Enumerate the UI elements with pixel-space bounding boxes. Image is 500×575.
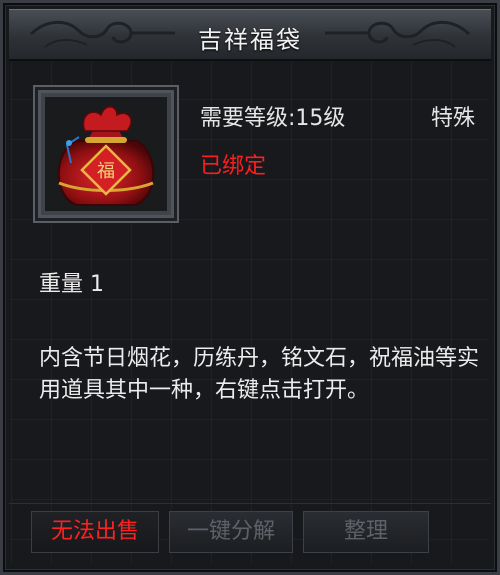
- level-requirement: 需要等级:15级: [200, 106, 346, 131]
- cannot-sell-button[interactable]: 无法出售: [31, 511, 159, 553]
- window-title: 吉祥福袋: [198, 26, 302, 54]
- item-type: 特殊: [431, 106, 476, 131]
- title-bar: 吉祥福袋: [9, 9, 491, 61]
- item-slot: 福: [45, 97, 167, 211]
- one-click-decompose-button[interactable]: 一键分解: [169, 511, 293, 553]
- bind-status: 已绑定: [200, 154, 267, 179]
- item-description: 内含节日烟花，历练丹，铭文石，祝福油等实用道具其中一种，右键点击打开。: [39, 346, 480, 403]
- item-weight: 重量 1: [39, 272, 104, 297]
- sort-button[interactable]: 整理: [303, 511, 429, 553]
- item-icon-frame[interactable]: 福: [33, 85, 179, 223]
- item-tooltip-panel: 吉祥福袋 福 需要等级:15级 特殊 已绑定 重量 1 内含节日烟花，历练丹，铭…: [0, 0, 500, 575]
- lucky-bag-icon: 福: [57, 106, 155, 206]
- svg-text:福: 福: [97, 161, 115, 182]
